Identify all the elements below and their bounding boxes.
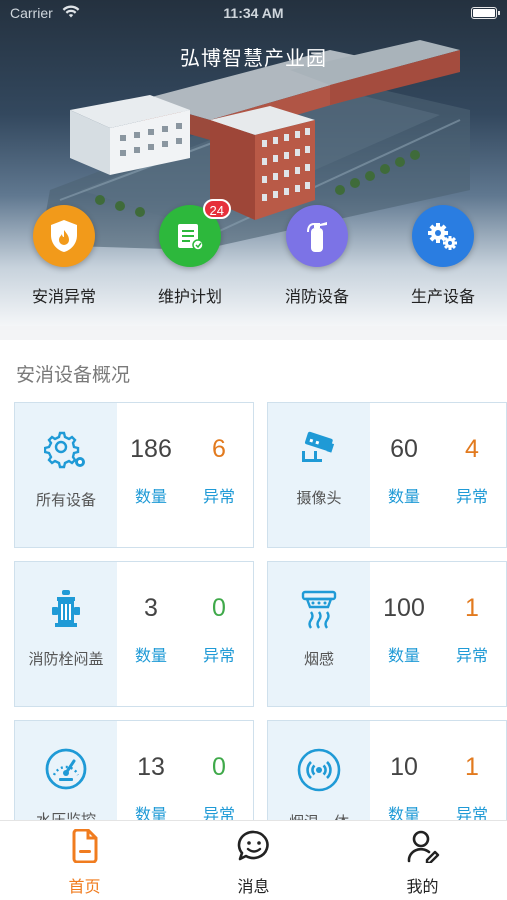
page-title: 弘博智慧产业园	[180, 46, 327, 70]
fire-shield-icon	[33, 205, 95, 267]
abnormal-count: 4	[465, 435, 479, 463]
abnormal-label: 异常	[202, 646, 235, 665]
profile-icon	[406, 829, 440, 867]
device-card-camera[interactable]: 摄像头 60 数量 4 异常	[267, 402, 507, 548]
abnormal-label: 异常	[202, 487, 235, 506]
abnormal-label: 异常	[455, 487, 488, 506]
device-name: 烟感	[303, 650, 334, 668]
device-card-all[interactable]: 所有设备 186 数量 6 异常	[14, 402, 254, 548]
tab-home[interactable]: 首页	[0, 821, 169, 900]
device-name: 烟温一体	[279, 811, 359, 820]
quick-action-maintenance-plan[interactable]: 24 维护计划	[140, 199, 240, 307]
device-card-hydrant[interactable]: 消防栓闷盖 3 数量 0 异常	[14, 561, 254, 707]
tab-messages[interactable]: 消息	[169, 821, 338, 900]
fire-hydrant-icon	[49, 588, 83, 634]
status-bar: Carrier 11:34 AM	[0, 0, 507, 28]
device-count: 60	[390, 435, 418, 463]
device-card-smoke-temperature[interactable]: 烟温一体 10 数量 1 异常	[267, 720, 507, 820]
quick-action-safety-abnormal[interactable]: 安消异常	[14, 205, 114, 307]
device-count: 3	[144, 594, 158, 622]
device-name: 所有设备	[35, 491, 96, 509]
quick-action-label: 安消异常	[31, 287, 96, 306]
gears-icon	[412, 205, 474, 267]
home-document-icon	[69, 828, 101, 867]
device-card-smoke-detector[interactable]: 烟感 100 数量 1 异常	[267, 561, 507, 707]
tab-profile[interactable]: 我的	[338, 821, 507, 900]
clock: 11:34 AM	[223, 5, 284, 21]
device-name: 消防栓闷盖	[28, 650, 104, 668]
tab-label: 首页	[68, 877, 101, 896]
tab-label: 消息	[237, 877, 270, 896]
equipment-overview-section: 安消设备概况 所有设备 186 数量 6 异常 摄像头 60 数量 4 异常 消…	[0, 340, 507, 820]
count-label: 数量	[134, 646, 167, 665]
count-label: 数量	[387, 805, 420, 820]
device-count: 100	[383, 594, 425, 622]
abnormal-count: 6	[212, 435, 226, 463]
abnormal-label: 异常	[455, 805, 488, 820]
device-name: 摄像头	[296, 489, 342, 507]
smoke-detector-icon	[299, 588, 339, 634]
pressure-gauge-icon	[44, 747, 88, 795]
fire-extinguisher-icon	[286, 205, 348, 267]
abnormal-count: 0	[212, 594, 226, 622]
smoke-temperature-sensor-icon	[296, 747, 342, 797]
abnormal-count: 1	[465, 594, 479, 622]
device-count: 186	[130, 435, 172, 463]
tab-label: 我的	[406, 877, 439, 896]
device-count: 10	[390, 753, 418, 781]
quick-action-production-equipment[interactable]: 生产设备	[393, 205, 493, 307]
count-label: 数量	[387, 646, 420, 665]
header-banner: Carrier 11:34 AM 弘博智慧产业园 安消异常 24 维护计划 消防…	[0, 0, 507, 326]
count-label: 数量	[134, 805, 167, 820]
quick-action-label: 消防设备	[284, 287, 349, 306]
message-bubble-icon	[237, 829, 271, 867]
abnormal-label: 异常	[455, 646, 488, 665]
device-name: 水压监控	[35, 811, 96, 820]
quick-action-label: 维护计划	[157, 287, 222, 306]
camera-icon	[298, 429, 340, 473]
section-title: 安消设备概况	[16, 364, 131, 386]
bottom-tab-bar: 首页 消息 我的	[0, 820, 507, 900]
count-label: 数量	[387, 487, 420, 506]
abnormal-label: 异常	[202, 805, 235, 820]
abnormal-count: 1	[465, 753, 479, 781]
count-label: 数量	[134, 487, 167, 506]
maintenance-plan-icon: 24	[159, 199, 231, 267]
battery-icon	[471, 7, 500, 19]
quick-action-fire-equipment[interactable]: 消防设备	[267, 205, 367, 307]
quick-action-label: 生产设备	[410, 287, 475, 306]
device-card-water-pressure[interactable]: 水压监控 13 数量 0 异常	[14, 720, 254, 820]
notification-badge: 24	[202, 199, 231, 219]
device-count: 13	[137, 753, 165, 781]
abnormal-count: 0	[212, 753, 226, 781]
gear-settings-icon	[43, 429, 88, 475]
